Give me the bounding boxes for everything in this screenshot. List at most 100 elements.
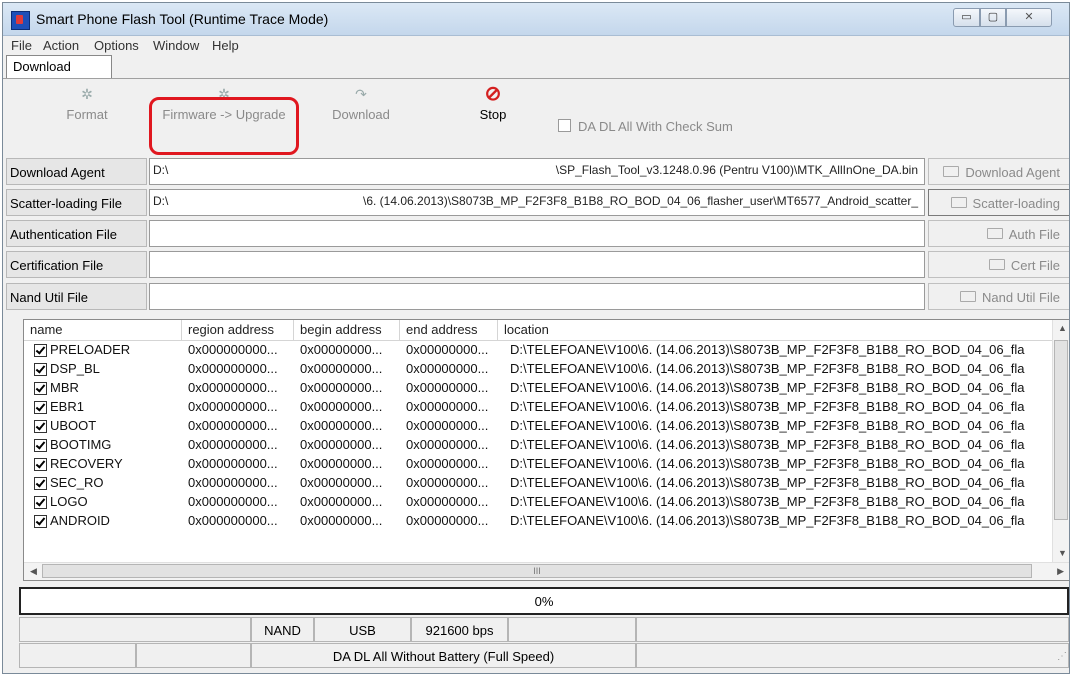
cert-file-row: Certification File Cert File bbox=[3, 250, 1069, 279]
menu-bar: File Action Options Window Help bbox=[3, 35, 1069, 55]
table-row[interactable]: SEC_RO 0x000000000... 0x00000000... 0x00000… bbox=[24, 474, 1054, 493]
row-checkbox[interactable] bbox=[34, 420, 47, 433]
row-checkbox[interactable] bbox=[34, 458, 47, 471]
download-button[interactable]: ↷ Download bbox=[321, 83, 401, 145]
format-button[interactable]: ✲ Format bbox=[47, 83, 127, 145]
col-location[interactable]: location bbox=[498, 320, 1054, 340]
scatter-loading-button[interactable]: Scatter-loading bbox=[928, 189, 1069, 216]
title-bar[interactable]: Smart Phone Flash Tool (Runtime Trace Mo… bbox=[3, 3, 1069, 36]
auth-file-button-label: Auth File bbox=[1008, 227, 1060, 242]
row-checkbox[interactable] bbox=[34, 382, 47, 395]
row-end: 0x00000000... bbox=[406, 437, 489, 452]
download-agent-path[interactable]: D:\ \SP_Flash_Tool_v3.1248.0.96 (Pentru … bbox=[149, 158, 925, 185]
da-checksum-checkbox[interactable]: DA DL All With Check Sum bbox=[558, 119, 733, 134]
row-checkbox[interactable] bbox=[34, 496, 47, 509]
table-row[interactable]: EBR1 0x000000000... 0x00000000... 0x0000000… bbox=[24, 398, 1054, 417]
table-row[interactable]: BOOTIMG 0x000000000... 0x00000000... 0x0000… bbox=[24, 436, 1054, 455]
close-button[interactable]: ✕ bbox=[1006, 8, 1052, 27]
row-end: 0x00000000... bbox=[406, 456, 489, 471]
table-row[interactable]: LOGO 0x000000000... 0x00000000... 0x0000000… bbox=[24, 493, 1054, 512]
row-begin: 0x00000000... bbox=[300, 437, 383, 452]
auth-file-path[interactable] bbox=[149, 220, 925, 247]
status-storage: NAND bbox=[251, 617, 314, 642]
row-region: 0x000000000... bbox=[188, 380, 278, 395]
scroll-down-icon[interactable]: ▼ bbox=[1058, 548, 1067, 558]
progress-bar: 0% bbox=[19, 587, 1069, 615]
da-checksum-label: DA DL All With Check Sum bbox=[578, 119, 733, 134]
app-icon bbox=[11, 11, 30, 30]
cert-file-path[interactable] bbox=[149, 251, 925, 278]
row-name: DSP_BL bbox=[50, 361, 100, 376]
row-name: ANDROID bbox=[50, 513, 110, 528]
scroll-up-icon[interactable]: ▲ bbox=[1058, 323, 1067, 333]
tab-download[interactable]: Download bbox=[6, 55, 112, 79]
nand-util-button-label: Nand Util File bbox=[981, 290, 1060, 305]
checkbox-box bbox=[558, 119, 571, 132]
row-checkbox[interactable] bbox=[34, 515, 47, 528]
scroll-left-icon[interactable]: ◀ bbox=[30, 566, 37, 577]
folder-icon bbox=[959, 291, 976, 302]
cert-file-button-label: Cert File bbox=[1010, 258, 1060, 273]
nand-util-button[interactable]: Nand Util File bbox=[928, 283, 1069, 310]
download-agent-button[interactable]: Download Agent bbox=[928, 158, 1069, 185]
vertical-scrollbar[interactable]: ▲ ▼ bbox=[1052, 320, 1069, 563]
stop-button[interactable]: ⊘ Stop bbox=[458, 83, 528, 145]
row-checkbox[interactable] bbox=[34, 363, 47, 376]
row-checkbox[interactable] bbox=[34, 344, 47, 357]
scatter-loading-path[interactable]: D:\ \6. (14.06.2013)\S8073B_MP_F2F3F8_B1… bbox=[149, 189, 925, 216]
row-checkbox[interactable] bbox=[34, 401, 47, 414]
col-begin-address[interactable]: begin address bbox=[294, 320, 400, 340]
row-region: 0x000000000... bbox=[188, 456, 278, 471]
auth-file-button[interactable]: Auth File bbox=[928, 220, 1069, 247]
nand-util-path[interactable] bbox=[149, 283, 925, 310]
table-row[interactable]: DSP_BL 0x000000000... 0x00000000... 0x00000… bbox=[24, 360, 1054, 379]
row-region: 0x000000000... bbox=[188, 399, 278, 414]
scatter-loading-path-text: \6. (14.06.2013)\S8073B_MP_F2F3F8_B1B8_R… bbox=[362, 194, 918, 208]
format-label: Format bbox=[66, 107, 108, 122]
row-begin: 0x00000000... bbox=[300, 380, 383, 395]
vertical-scroll-thumb[interactable] bbox=[1054, 340, 1068, 520]
download-label: Download bbox=[332, 107, 390, 122]
scatter-loading-label: Scatter-loading File bbox=[6, 189, 147, 216]
progress-text: 0% bbox=[534, 594, 554, 609]
menu-action[interactable]: Action bbox=[43, 38, 79, 53]
folder-icon bbox=[943, 166, 960, 177]
menu-file[interactable]: File bbox=[11, 38, 32, 53]
row-begin: 0x00000000... bbox=[300, 418, 383, 433]
menu-window[interactable]: Window bbox=[153, 38, 199, 53]
status-cell-empty-1 bbox=[19, 617, 251, 642]
gear-icon: ✲ bbox=[81, 86, 93, 102]
menu-help[interactable]: Help bbox=[212, 38, 239, 53]
scatter-loading-row: Scatter-loading File D:\ \6. (14.06.2013… bbox=[3, 188, 1069, 217]
menu-options[interactable]: Options bbox=[94, 38, 139, 53]
status-bar-top: NAND USB 921600 bps bbox=[19, 617, 1069, 642]
row-begin: 0x00000000... bbox=[300, 475, 383, 490]
row-checkbox[interactable] bbox=[34, 477, 47, 490]
minimize-button[interactable]: ▭ bbox=[953, 8, 980, 27]
row-end: 0x00000000... bbox=[406, 513, 489, 528]
download-agent-path-text: \SP_Flash_Tool_v3.1248.0.96 (Pentru V100… bbox=[555, 163, 918, 177]
table-row[interactable]: ANDROID 0x000000000... 0x00000000... 0x0000… bbox=[24, 512, 1054, 531]
status-cell-empty-4 bbox=[19, 643, 136, 668]
table-row[interactable]: MBR 0x000000000... 0x00000000... 0x00000000… bbox=[24, 379, 1054, 398]
scroll-right-icon[interactable]: ▶ bbox=[1057, 566, 1064, 577]
row-begin: 0x00000000... bbox=[300, 399, 383, 414]
row-end: 0x00000000... bbox=[406, 494, 489, 509]
table-row[interactable]: UBOOT 0x000000000... 0x00000000... 0x000000… bbox=[24, 417, 1054, 436]
row-checkbox[interactable] bbox=[34, 439, 47, 452]
partition-list[interactable]: name region address begin address end ad… bbox=[23, 319, 1069, 581]
resize-grip-icon[interactable]: ⋰ bbox=[1057, 651, 1067, 662]
table-row[interactable]: PRELOADER 0x000000000... 0x00000000... 0x00… bbox=[24, 341, 1054, 360]
download-agent-label: Download Agent bbox=[6, 158, 147, 185]
cert-file-button[interactable]: Cert File bbox=[928, 251, 1069, 278]
col-name[interactable]: name bbox=[24, 320, 182, 340]
row-location: D:\TELEFOANE\V100\6. (14.06.2013)\S8073B… bbox=[510, 456, 1025, 471]
row-name: RECOVERY bbox=[50, 456, 123, 471]
scatter-loading-drive: D:\ bbox=[153, 194, 169, 208]
horizontal-scroll-thumb[interactable]: III bbox=[42, 564, 1032, 578]
col-end-address[interactable]: end address bbox=[400, 320, 498, 340]
col-region-address[interactable]: region address bbox=[182, 320, 294, 340]
table-row[interactable]: RECOVERY 0x000000000... 0x00000000... 0x000… bbox=[24, 455, 1054, 474]
horizontal-scrollbar[interactable]: ◀ III ▶ bbox=[24, 562, 1069, 580]
maximize-button[interactable]: ▢ bbox=[980, 8, 1006, 27]
